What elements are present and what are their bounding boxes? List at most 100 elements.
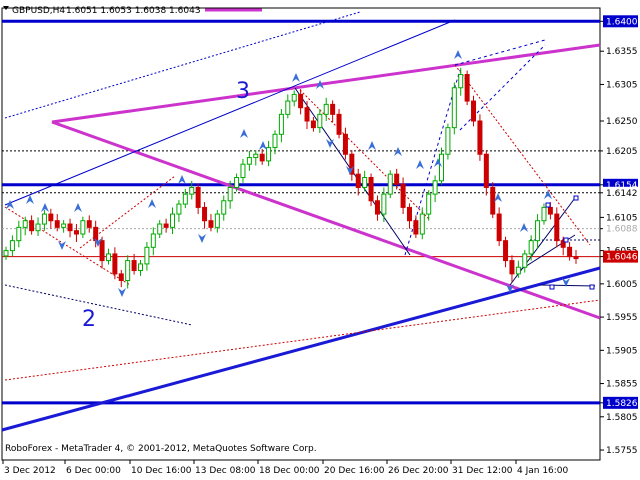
candle-body	[112, 253, 118, 275]
candle-body	[163, 223, 169, 228]
candle-body	[16, 226, 22, 242]
x-tick-label: 3 Dec 2012	[4, 466, 56, 476]
candle-body	[67, 223, 73, 232]
y-tick-label: 1.6046	[606, 253, 638, 263]
candle-body	[157, 223, 163, 235]
candle-body	[515, 266, 521, 275]
candle-body	[573, 256, 579, 260]
candle-body	[29, 220, 35, 232]
candle-body	[105, 253, 111, 262]
ohlc-header: 1.6051 1.6053 1.6038 1.6043	[66, 6, 201, 16]
candle-body	[567, 246, 573, 258]
candle-body	[522, 253, 528, 268]
candle-body	[413, 220, 419, 235]
candle-body	[48, 213, 54, 222]
candle-body	[432, 180, 438, 195]
candle-body	[451, 87, 457, 129]
candle-body	[304, 107, 310, 122]
copyright-label: RoboForex - MetaTrader 4, © 2001-2012, M…	[5, 444, 317, 454]
candle-body	[118, 273, 124, 282]
candle-body	[221, 200, 227, 215]
candle-body	[509, 260, 515, 275]
candle-body	[362, 177, 368, 188]
candle-body	[368, 177, 374, 202]
candle-body	[406, 206, 412, 222]
candle-body	[61, 223, 67, 228]
symbol-label: GBPUSD,H4	[12, 6, 65, 16]
object-handle-icon[interactable]	[589, 284, 595, 290]
y-tick-label: 1.6205	[606, 147, 638, 157]
y-tick-label: 1.6105	[606, 213, 638, 223]
candle-body	[381, 193, 387, 215]
candle-body	[496, 213, 502, 242]
price-chart: 3 2 1.64001.63551.63051.62501.62051.6154…	[0, 0, 640, 480]
candle-body	[471, 100, 477, 122]
candle-body	[323, 103, 329, 115]
candle-body	[464, 73, 470, 102]
candle-body	[208, 220, 214, 228]
object-handle-icon[interactable]	[549, 284, 555, 290]
candle-body	[35, 223, 41, 232]
x-tick-label: 10 Dec 16:00	[131, 466, 192, 476]
candle-body	[554, 213, 560, 242]
candle-body	[272, 133, 278, 149]
candle-body	[214, 213, 220, 228]
y-tick-label: 1.5955	[606, 313, 638, 323]
candle-body	[137, 263, 143, 272]
y-tick-label: 1.6088	[606, 225, 638, 235]
candle-body	[240, 163, 246, 179]
candle-body	[234, 177, 240, 188]
object-handle-icon[interactable]	[545, 202, 551, 208]
x-tick-label: 4 Jan 16:00	[517, 466, 569, 476]
candle-body	[483, 153, 489, 188]
y-tick-label: 1.6250	[606, 117, 638, 127]
candle-body	[355, 173, 361, 188]
candle-body	[419, 213, 425, 235]
candle-body	[41, 213, 47, 225]
candle-body	[259, 153, 265, 162]
wave-label-3: 3	[236, 79, 250, 104]
candle-body	[285, 100, 291, 115]
candle-body	[503, 240, 509, 262]
candle-body	[458, 73, 464, 89]
candle-body	[170, 213, 176, 228]
object-handle-icon[interactable]	[563, 237, 569, 243]
candle-body	[150, 233, 156, 248]
y-tick-label: 1.6305	[606, 80, 638, 90]
candle-body	[144, 246, 150, 265]
x-tick-label: 26 Dec 20:00	[388, 466, 449, 476]
candle-body	[278, 113, 284, 135]
candle-body	[298, 93, 304, 109]
y-tick-label: 1.5826	[606, 399, 638, 409]
y-tick-label: 1.6005	[606, 280, 638, 290]
candle-body	[490, 186, 496, 215]
candle-body	[387, 173, 393, 195]
y-tick-label: 1.5755	[606, 446, 638, 456]
candle-body	[400, 183, 406, 208]
candle-body	[394, 173, 400, 185]
y-tick-label: 1.6400	[606, 17, 638, 27]
y-tick-label: 1.5805	[606, 413, 638, 423]
x-tick-label: 6 Dec 00:00	[66, 466, 121, 476]
candle-body	[342, 133, 348, 155]
candle-body	[3, 250, 9, 257]
y-tick-label: 1.6142	[606, 189, 638, 199]
candle-body	[54, 220, 60, 228]
candle-body	[426, 193, 432, 215]
candle-body	[291, 93, 297, 102]
candle-body	[374, 200, 380, 215]
x-tick-label: 18 Dec 00:00	[259, 466, 320, 476]
candle-body	[99, 240, 105, 262]
candle-body	[22, 220, 28, 228]
y-tick-label: 1.5855	[606, 380, 638, 390]
candle-body	[73, 230, 79, 235]
candle-body	[317, 113, 323, 129]
candle-body	[547, 206, 553, 215]
candle-body	[80, 220, 86, 235]
candle-body	[330, 103, 336, 115]
x-tick-label: 20 Dec 16:00	[324, 466, 385, 476]
object-handle-icon[interactable]	[573, 195, 579, 201]
candle-body	[86, 220, 92, 228]
wave-label-2: 2	[82, 307, 96, 332]
candle-body	[535, 220, 541, 242]
